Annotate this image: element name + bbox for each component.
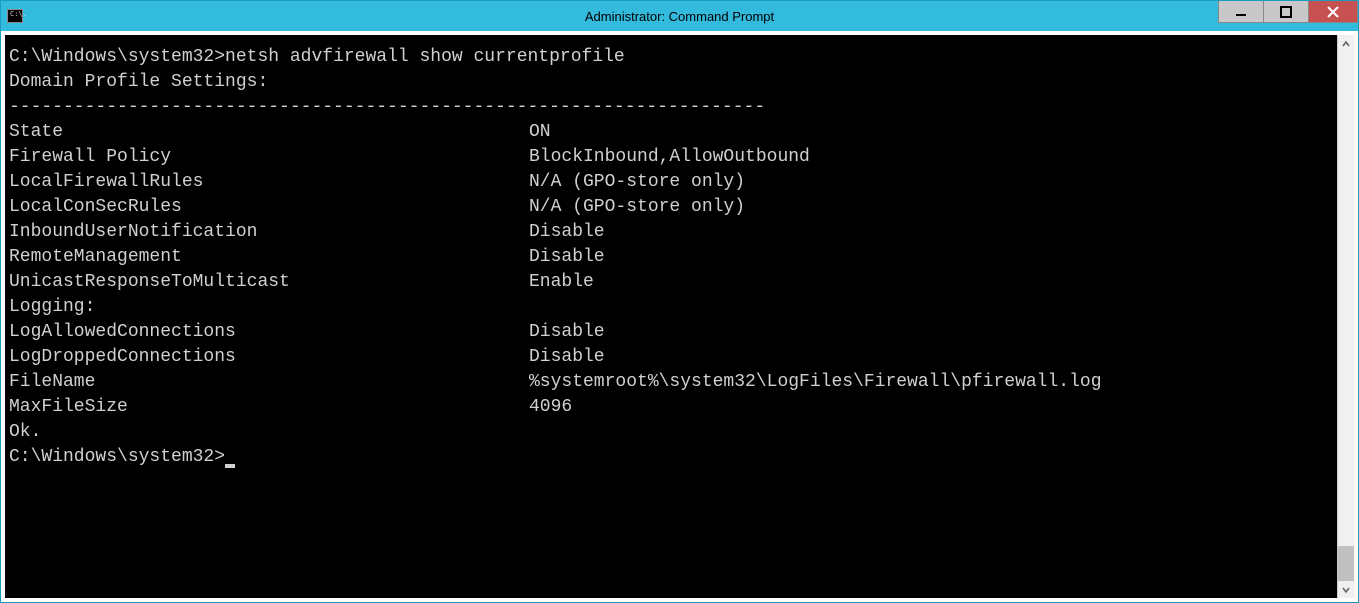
section-header: Domain Profile Settings:: [9, 70, 1337, 95]
setting-value: Disable: [529, 245, 605, 270]
setting-key: LocalConSecRules: [9, 195, 529, 220]
setting-value: BlockInbound,AllowOutbound: [529, 145, 810, 170]
minimize-button[interactable]: [1218, 1, 1264, 23]
logging-row: FileName%systemroot%\system32\LogFiles\F…: [9, 370, 1337, 395]
divider-line: ----------------------------------------…: [9, 95, 1337, 120]
chevron-up-icon: [1341, 39, 1351, 49]
maximize-icon: [1280, 6, 1292, 18]
setting-row: LocalConSecRulesN/A (GPO-store only): [9, 195, 1337, 220]
logging-value: Disable: [529, 320, 605, 345]
logging-key: LogDroppedConnections: [9, 345, 529, 370]
logging-key: MaxFileSize: [9, 395, 529, 420]
setting-value: Disable: [529, 220, 605, 245]
logging-row: MaxFileSize4096: [9, 395, 1337, 420]
ok-line: Ok.: [9, 420, 1337, 445]
logging-key: LogAllowedConnections: [9, 320, 529, 345]
setting-key: LocalFirewallRules: [9, 170, 529, 195]
setting-row: Firewall PolicyBlockInbound,AllowOutboun…: [9, 145, 1337, 170]
titlebar[interactable]: C:\. Administrator: Command Prompt: [1, 1, 1358, 31]
setting-key: State: [9, 120, 529, 145]
setting-row: InboundUserNotificationDisable: [9, 220, 1337, 245]
logging-value: Disable: [529, 345, 605, 370]
command-text: netsh advfirewall show currentprofile: [225, 47, 625, 67]
setting-key: InboundUserNotification: [9, 220, 529, 245]
window-controls: [1219, 1, 1358, 25]
setting-row: UnicastResponseToMulticastEnable: [9, 270, 1337, 295]
logging-row: LogAllowedConnectionsDisable: [9, 320, 1337, 345]
setting-row: StateON: [9, 120, 1337, 145]
logging-value: %systemroot%\system32\LogFiles\Firewall\…: [529, 370, 1102, 395]
setting-key: Firewall Policy: [9, 145, 529, 170]
logging-value: 4096: [529, 395, 572, 420]
setting-key: RemoteManagement: [9, 245, 529, 270]
setting-value: ON: [529, 120, 551, 145]
logging-row: LogDroppedConnectionsDisable: [9, 345, 1337, 370]
scrollbar-down-button[interactable]: [1338, 581, 1354, 598]
scrollbar-thumb[interactable]: [1338, 546, 1354, 581]
vertical-scrollbar[interactable]: [1337, 35, 1354, 598]
close-icon: [1327, 6, 1339, 18]
scrollbar-track[interactable]: [1338, 52, 1354, 581]
maximize-button[interactable]: [1263, 1, 1309, 23]
window-title: Administrator: Command Prompt: [585, 9, 774, 24]
setting-value: N/A (GPO-store only): [529, 195, 745, 220]
terminal-output[interactable]: C:\Windows\system32>netsh advfirewall sh…: [5, 35, 1337, 598]
setting-key: UnicastResponseToMulticast: [9, 270, 529, 295]
chevron-down-icon: [1341, 585, 1351, 595]
terminal-container: C:\Windows\system32>netsh advfirewall sh…: [1, 31, 1358, 602]
scrollbar-up-button[interactable]: [1338, 35, 1354, 52]
cursor: [225, 464, 235, 468]
setting-row: LocalFirewallRulesN/A (GPO-store only): [9, 170, 1337, 195]
setting-value: Enable: [529, 270, 594, 295]
close-button[interactable]: [1308, 1, 1358, 23]
setting-row: RemoteManagementDisable: [9, 245, 1337, 270]
prompt-path: C:\Windows\system32>: [9, 47, 225, 67]
logging-key: FileName: [9, 370, 529, 395]
minimize-icon: [1235, 6, 1247, 18]
setting-value: N/A (GPO-store only): [529, 170, 745, 195]
logging-header: Logging:: [9, 295, 1337, 320]
command-prompt-window: C:\. Administrator: Command Prompt C:\Wi…: [0, 0, 1359, 603]
cmd-icon: C:\.: [7, 9, 23, 23]
prompt-path: C:\Windows\system32>: [9, 447, 225, 467]
